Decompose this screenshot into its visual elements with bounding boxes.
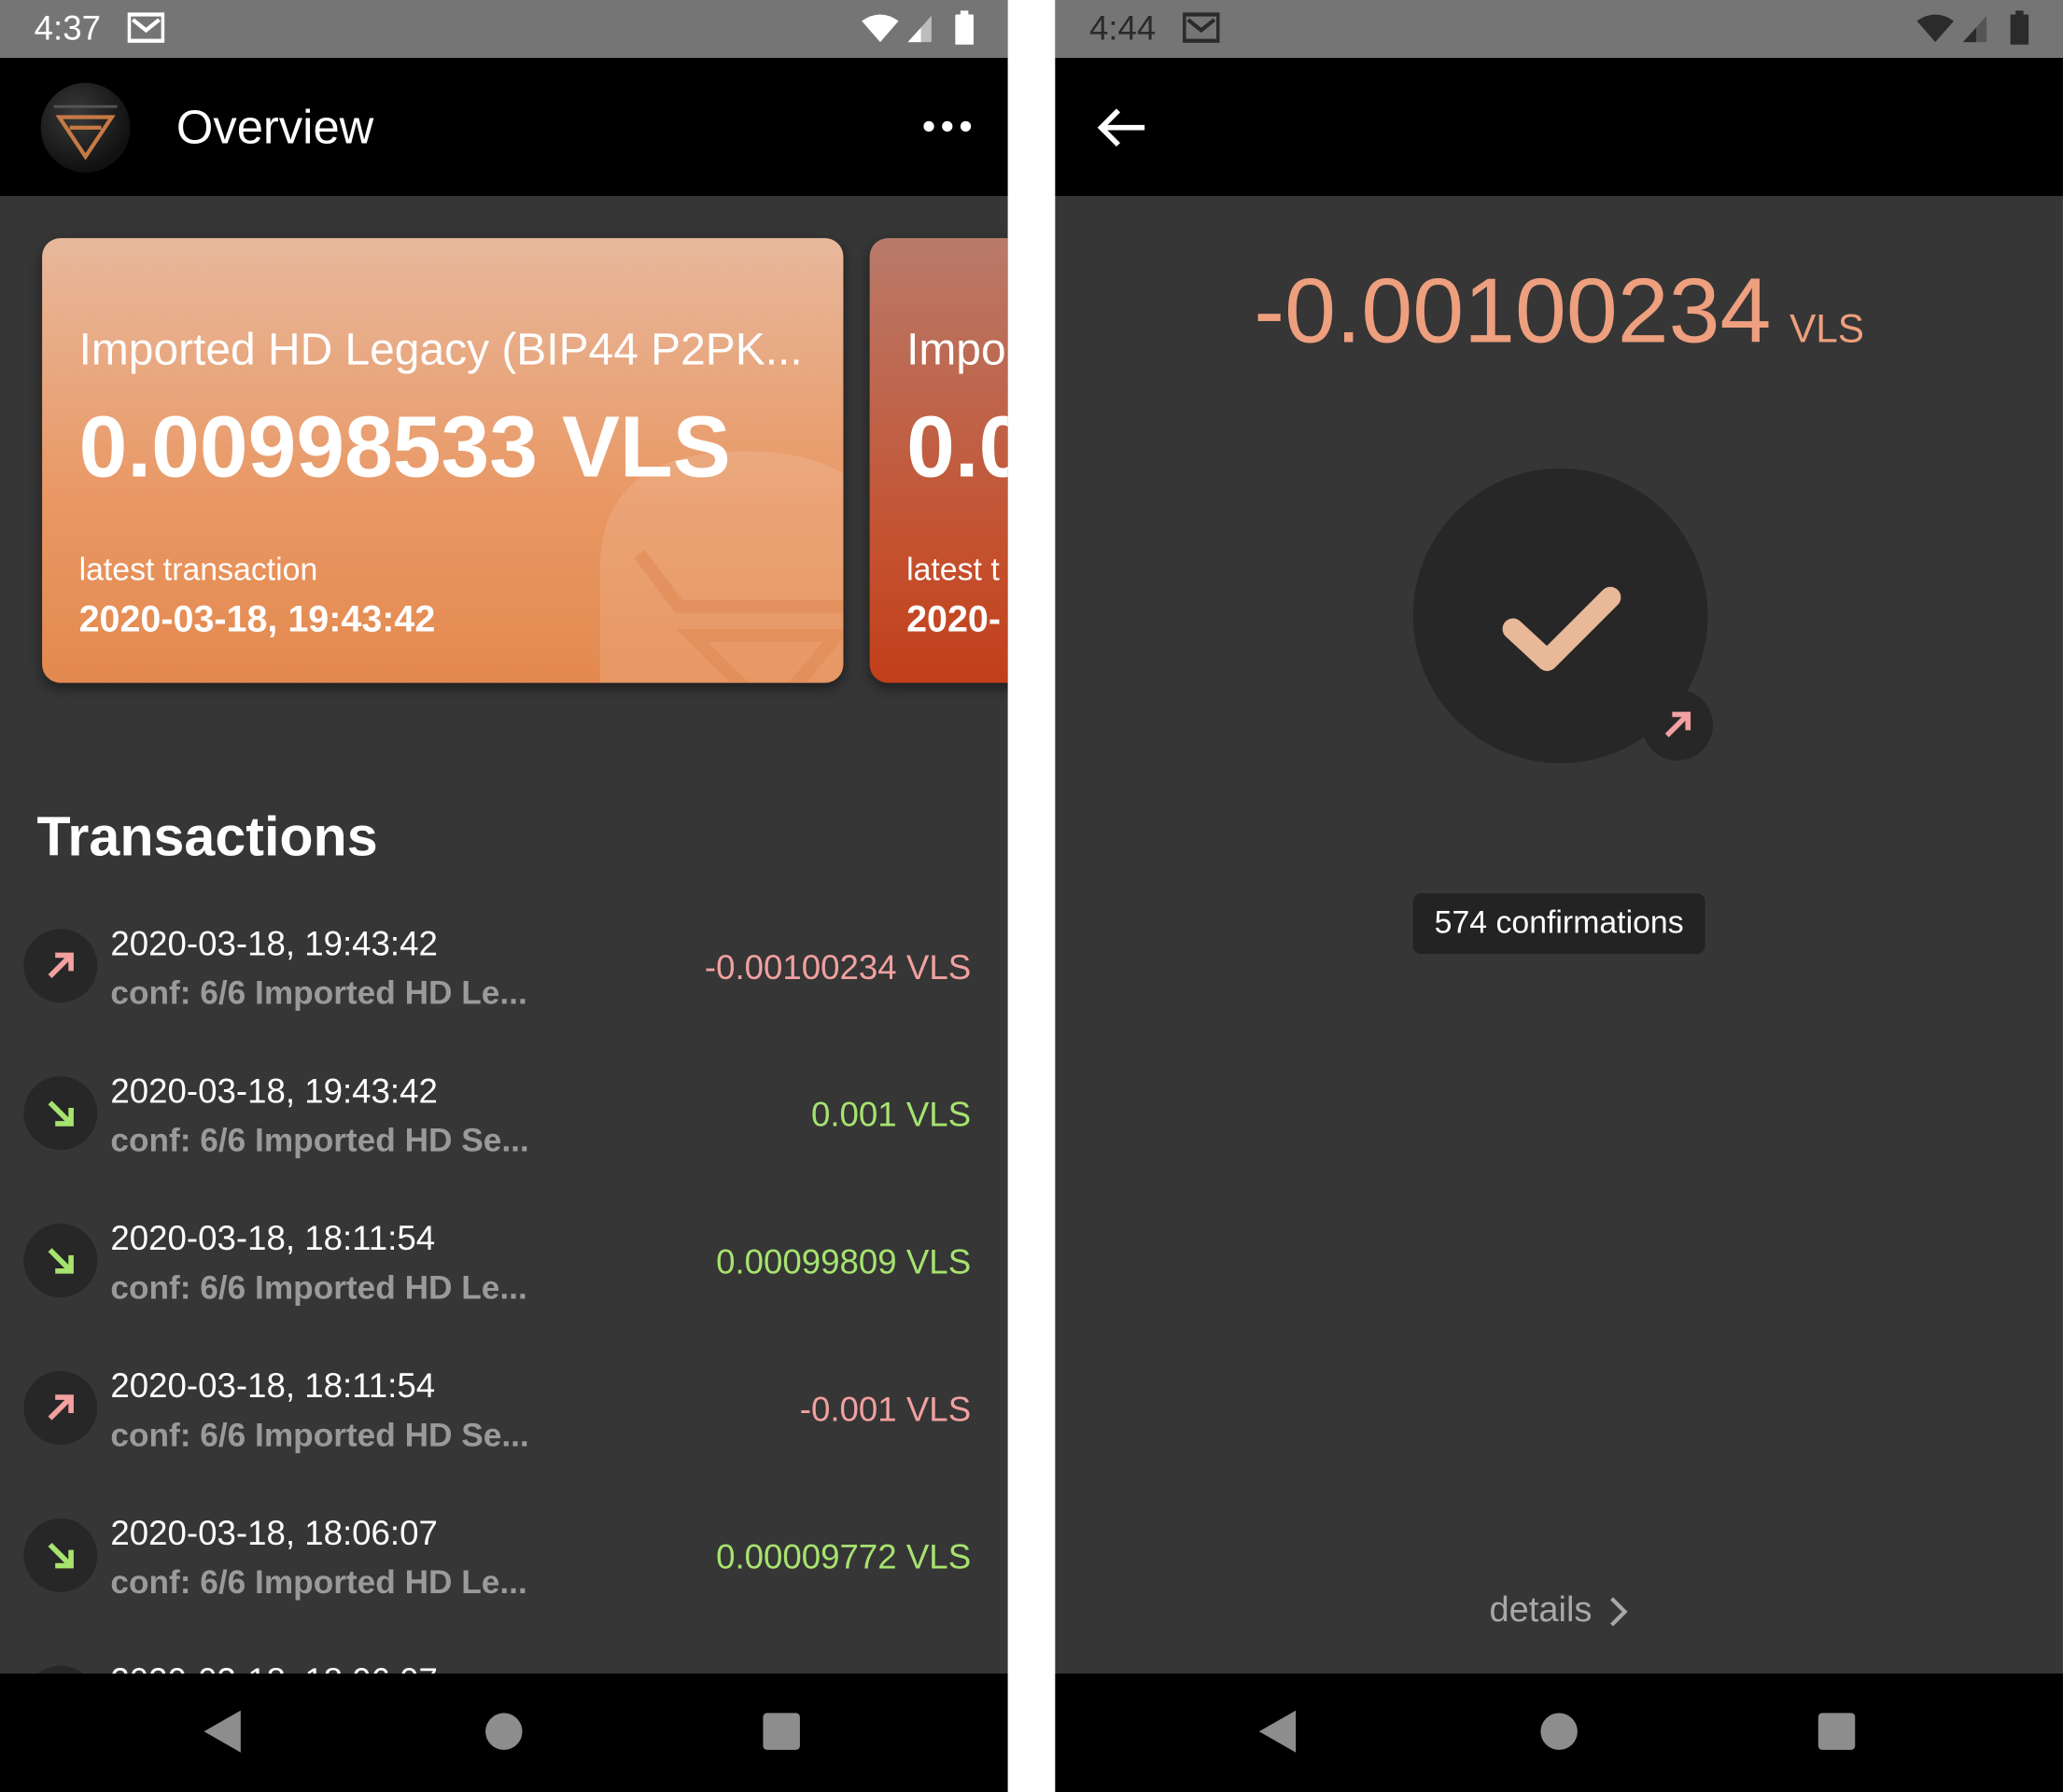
incoming-badge xyxy=(23,1224,98,1297)
transaction-amount: -0.00100234 VLS xyxy=(704,946,972,987)
gmail-notification-icon xyxy=(127,12,165,43)
transaction-subtitle: conf: 6/6 Imported HD Se... xyxy=(110,1122,529,1159)
transaction-row[interactable]: 2020-03-18, 19:43:42 conf: 6/6 Imported … xyxy=(0,903,1008,1050)
arrow-down-right-icon xyxy=(48,1542,74,1569)
transaction-subtitle: conf: 6/6 Imported HD Se... xyxy=(110,1417,529,1454)
nav-home-icon[interactable] xyxy=(485,1713,523,1750)
status-time: 4:37 xyxy=(34,7,101,48)
signal-icon xyxy=(1962,15,1987,43)
app-bar: Overview xyxy=(0,58,1008,197)
transaction-amount: -0.001 VLS xyxy=(799,1389,972,1429)
arrow-up-right-icon xyxy=(1664,711,1691,738)
signal-icon xyxy=(907,15,932,43)
back-arrow-icon[interactable] xyxy=(1092,97,1153,158)
transaction-date: 2020-03-18, 18:06:07 xyxy=(110,1513,438,1553)
transaction-amount: 0.00099809 VLS xyxy=(716,1241,972,1282)
status-bar: 4:37 xyxy=(0,0,1008,59)
wallet-card[interactable]: Imported HD Legacy (BIP44 P2PK... 0.0099… xyxy=(42,238,844,683)
transaction-date: 2020-03-18, 18:11:54 xyxy=(110,1365,436,1406)
latest-transaction-date: 2020-03-18, 19:43:42 xyxy=(78,598,436,640)
transaction-amount-value: -0.00100234 xyxy=(1254,259,1772,362)
transaction-detail-screen: 4:44 -0.00100234 VLS 574 confirmations d… xyxy=(1055,0,2063,1792)
transaction-amount: 0.00009772 VLS xyxy=(716,1536,972,1576)
app-bar xyxy=(1055,58,2063,197)
wallet-balance: 0.0 xyxy=(906,397,1008,496)
transaction-amount: 0.001 VLS xyxy=(810,1094,972,1135)
battery-icon xyxy=(2010,10,2029,45)
overview-screen: 4:37 Overview Imported HD Legacy (BIP44 … xyxy=(0,0,1008,1792)
chevron-right-icon[interactable] xyxy=(1605,1595,1631,1630)
outgoing-badge xyxy=(23,929,98,1003)
arrow-down-right-icon xyxy=(48,1248,74,1274)
system-nav-bar xyxy=(0,1673,1008,1792)
transaction-subtitle: conf: 6/6 Imported HD Le... xyxy=(110,1269,527,1307)
nav-back-icon[interactable] xyxy=(203,1710,241,1753)
arrow-up-right-icon xyxy=(48,1394,74,1421)
transaction-date: 2020-03-18, 18:11:54 xyxy=(110,1218,436,1258)
transaction-row[interactable]: 2020-03-18, 18:11:54 conf: 6/6 Imported … xyxy=(0,1345,1008,1492)
transaction-date: 2020-03-18, 19:43:42 xyxy=(110,923,438,963)
outgoing-badge xyxy=(1641,689,1714,761)
confirmations-badge: 574 confirmations xyxy=(1412,893,1705,955)
transaction-row[interactable]: 2020-03-18, 18:11:54 conf: 6/6 Imported … xyxy=(0,1197,1008,1345)
battery-icon xyxy=(955,10,974,45)
transaction-amount-display: -0.00100234 VLS xyxy=(1055,258,2063,363)
transaction-row[interactable]: 2020-03-18, 18:06:07 conf: 6/6 Imported … xyxy=(0,1492,1008,1640)
incoming-badge xyxy=(23,1518,98,1592)
arrow-up-right-icon xyxy=(48,952,74,978)
nav-recents-icon[interactable] xyxy=(763,1713,800,1750)
vls-logo-icon xyxy=(53,105,118,161)
latest-transaction-date: 2020- xyxy=(906,598,1002,640)
wallet-label: Impo xyxy=(906,325,1006,375)
transaction-row[interactable]: 2020-03-18, 19:43:42 conf: 6/6 Imported … xyxy=(0,1050,1008,1197)
details-link[interactable]: details xyxy=(1489,1589,1592,1631)
transaction-date: 2020-03-18, 19:43:42 xyxy=(110,1071,438,1111)
status-time: 4:44 xyxy=(1088,7,1157,48)
check-icon xyxy=(1502,586,1621,671)
transactions-heading: Transactions xyxy=(36,805,378,867)
wifi-icon xyxy=(862,14,899,43)
latest-transaction-label: latest t xyxy=(906,553,1000,589)
system-nav-bar xyxy=(1055,1673,2063,1792)
nav-home-icon[interactable] xyxy=(1540,1713,1578,1750)
wallet-balance: 0.00998533 VLS xyxy=(78,397,731,496)
more-options-icon[interactable] xyxy=(921,103,974,150)
app-logo[interactable] xyxy=(40,82,131,173)
wallet-card[interactable]: Impo 0.0 latest t 2020- xyxy=(869,238,1008,683)
page-title: Overview xyxy=(175,100,374,154)
wallet-label: Imported HD Legacy (BIP44 P2PK... xyxy=(78,325,803,375)
nav-back-icon[interactable] xyxy=(1258,1710,1297,1753)
latest-transaction-label: latest transaction xyxy=(78,553,318,589)
screenshot-stage: 4:37 Overview Imported HD Legacy (BIP44 … xyxy=(0,0,2063,1792)
transaction-subtitle: conf: 6/6 Imported HD Le... xyxy=(110,974,527,1013)
arrow-down-right-icon xyxy=(48,1100,74,1127)
outgoing-badge xyxy=(23,1370,98,1445)
transaction-amount-unit: VLS xyxy=(1789,307,1865,352)
transaction-subtitle: conf: 6/6 Imported HD Le... xyxy=(110,1564,527,1602)
nav-recents-icon[interactable] xyxy=(1817,1713,1856,1750)
status-bar: 4:44 xyxy=(1055,0,2063,59)
wifi-icon xyxy=(1916,14,1954,43)
gmail-notification-icon xyxy=(1183,12,1220,43)
incoming-badge xyxy=(23,1076,98,1151)
